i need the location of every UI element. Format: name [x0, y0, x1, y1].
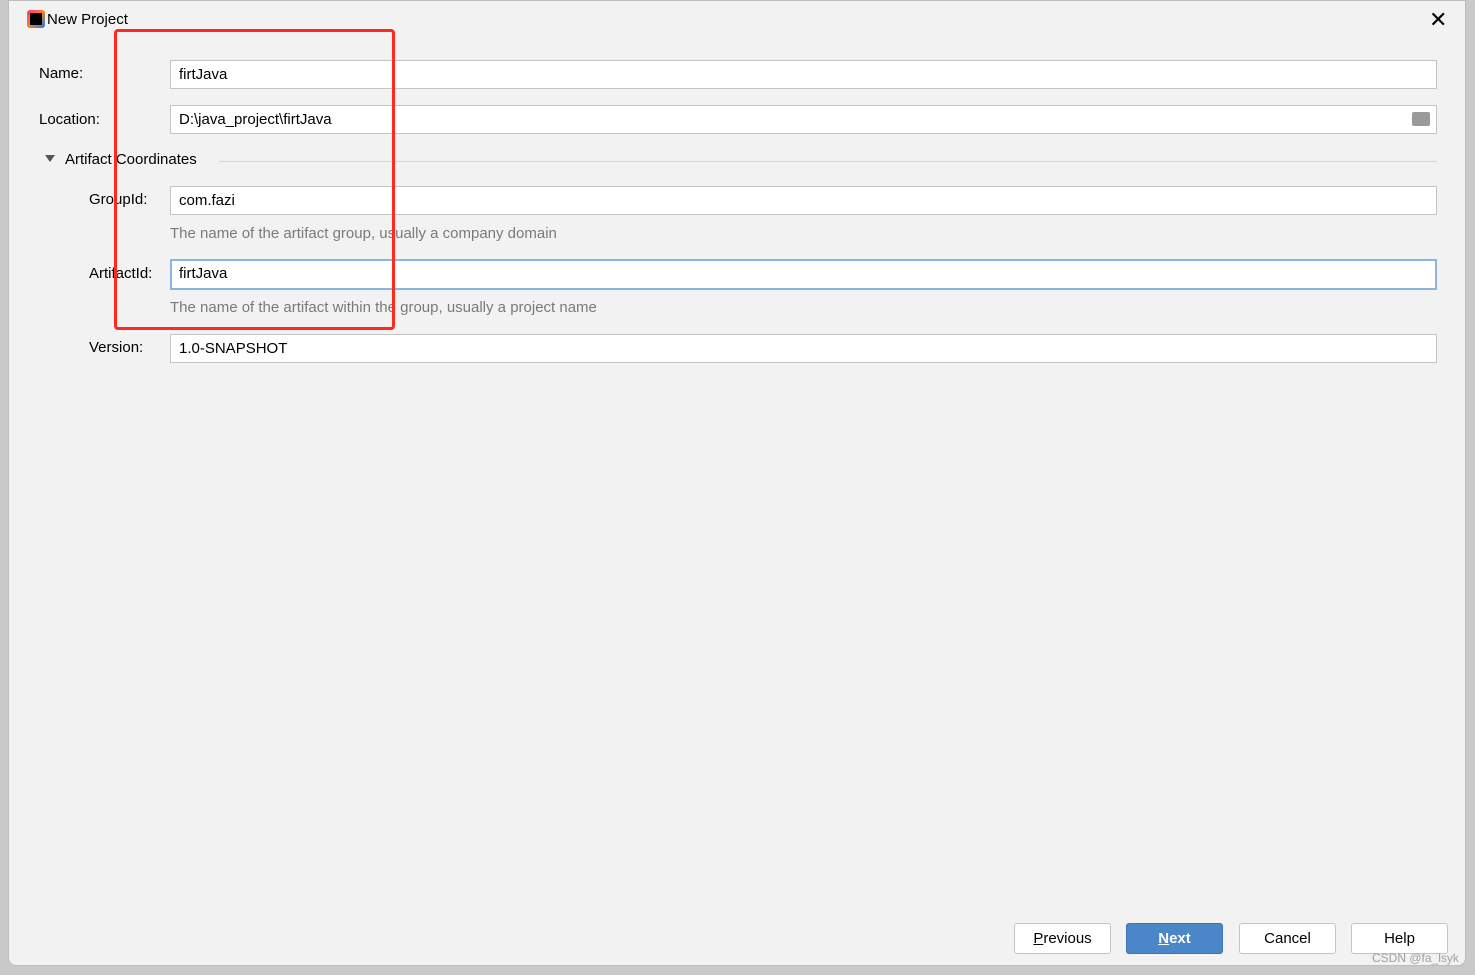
dialog-title: New Project — [47, 11, 128, 28]
help-button[interactable]: Help — [1351, 923, 1448, 954]
watermark: CSDN @fa_lsyk — [1372, 951, 1459, 965]
triangle-down-icon — [45, 155, 55, 162]
close-icon[interactable]: ✕ — [1429, 7, 1447, 33]
previous-button[interactable]: Previous — [1014, 923, 1111, 954]
next-label: ext — [1169, 930, 1191, 947]
annotation-highlight-box — [114, 29, 395, 330]
section-divider — [219, 161, 1437, 162]
intellij-logo-icon — [27, 10, 45, 28]
version-label: Version: — [89, 339, 144, 356]
previous-mnemonic: P — [1033, 930, 1044, 947]
version-input[interactable]: 1.0-SNAPSHOT — [170, 334, 1437, 363]
cancel-button[interactable]: Cancel — [1239, 923, 1336, 954]
name-label: Name: — [39, 65, 84, 82]
next-button[interactable]: Next — [1126, 923, 1223, 954]
location-label: Location: — [39, 111, 100, 128]
next-mnemonic: N — [1158, 930, 1170, 947]
previous-label: revious — [1043, 930, 1092, 947]
folder-icon[interactable] — [1412, 112, 1430, 126]
